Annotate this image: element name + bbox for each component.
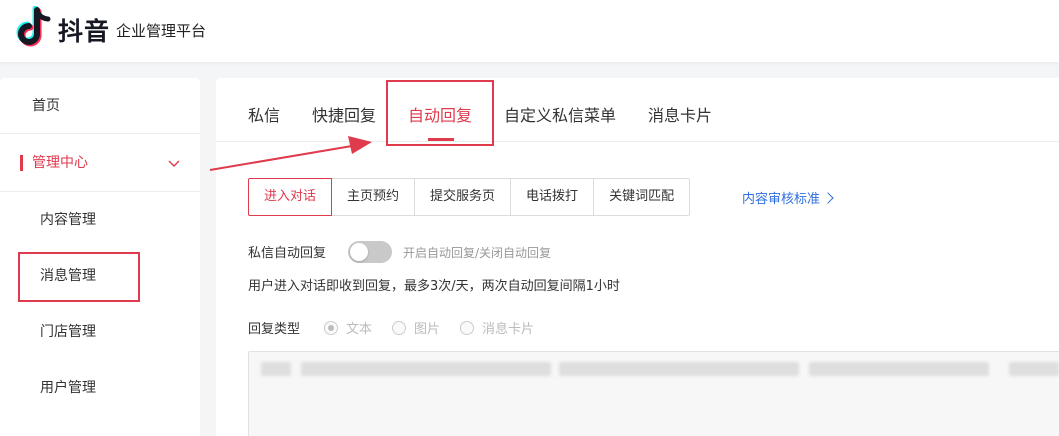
radio-circle <box>324 321 338 335</box>
tab-private-message[interactable]: 私信 <box>248 102 280 126</box>
blurred-text <box>809 362 989 376</box>
douyin-logo-icon[interactable] <box>14 6 54 50</box>
radio-label: 图片 <box>414 322 441 337</box>
highlight-box-auto-reply <box>386 80 494 146</box>
radio-label: 消息卡片 <box>482 322 535 337</box>
radio-circle <box>460 321 474 335</box>
tab-message-card[interactable]: 消息卡片 <box>648 102 712 126</box>
brand-name: 抖音 <box>58 17 111 46</box>
subtab-phone-call[interactable]: 电话拨打 <box>511 179 595 215</box>
sidebar-item-management-center[interactable]: 管理中心 <box>0 134 200 192</box>
reply-content-textarea[interactable] <box>248 351 1059 436</box>
content-review-link-label: 内容审核标准 <box>742 192 821 207</box>
sidebar-item-store-management[interactable]: 门店管理 <box>0 304 200 360</box>
radio-circle <box>392 321 406 335</box>
subtab-keyword-match[interactable]: 关键词匹配 <box>594 179 690 215</box>
auto-reply-label: 私信自动回复 <box>248 246 327 261</box>
top-header: 抖音 企业管理平台 <box>0 0 1059 62</box>
radio-image[interactable]: 图片 <box>392 318 440 337</box>
main-panel: 私信 快捷回复 自动回复 自定义私信菜单 消息卡片 进入对话 主页预约 提交服务… <box>216 78 1059 436</box>
chevron-right-icon <box>822 192 834 204</box>
toggle-knob <box>350 243 368 261</box>
subtab-enter-chat[interactable]: 进入对话 <box>248 178 333 216</box>
reply-type-label: 回复类型 <box>248 322 301 337</box>
radio-text[interactable]: 文本 <box>324 318 372 337</box>
tab-bar: 私信 快捷回复 自动回复 自定义私信菜单 消息卡片 <box>216 78 1059 142</box>
radio-message-card[interactable]: 消息卡片 <box>460 318 534 337</box>
auto-reply-description: 用户进入对话即收到回复，最多3次/天，两次自动回复间隔1小时 <box>248 279 620 294</box>
toggle-hint: 开启自动回复/关闭自动回复 <box>403 246 552 260</box>
blurred-text <box>559 362 799 376</box>
tab-custom-menu[interactable]: 自定义私信菜单 <box>504 102 616 126</box>
tab-quick-reply[interactable]: 快捷回复 <box>312 102 376 126</box>
trigger-subtabs: 进入对话 主页预约 提交服务页 电话拨打 关键词匹配 <box>248 178 691 216</box>
subtab-homepage-booking[interactable]: 主页预约 <box>332 179 416 215</box>
active-indicator <box>20 155 23 171</box>
sidebar-item-label: 管理中心 <box>32 155 88 171</box>
radio-label: 文本 <box>346 322 373 337</box>
platform-name: 企业管理平台 <box>116 22 207 40</box>
auto-reply-toggle[interactable] <box>348 241 392 263</box>
sidebar-item-home[interactable]: 首页 <box>0 78 200 134</box>
sidebar-item-content-management[interactable]: 内容管理 <box>0 192 200 248</box>
content-review-link[interactable]: 内容审核标准 <box>742 188 834 207</box>
blurred-text <box>301 362 551 376</box>
sidebar-item-user-management[interactable]: 用户管理 <box>0 360 200 416</box>
highlight-box-message-management <box>18 252 140 302</box>
chevron-down-icon <box>168 160 180 167</box>
blurred-text <box>1009 362 1059 376</box>
blurred-text <box>261 362 291 376</box>
subtab-submit-service-page[interactable]: 提交服务页 <box>415 179 512 215</box>
